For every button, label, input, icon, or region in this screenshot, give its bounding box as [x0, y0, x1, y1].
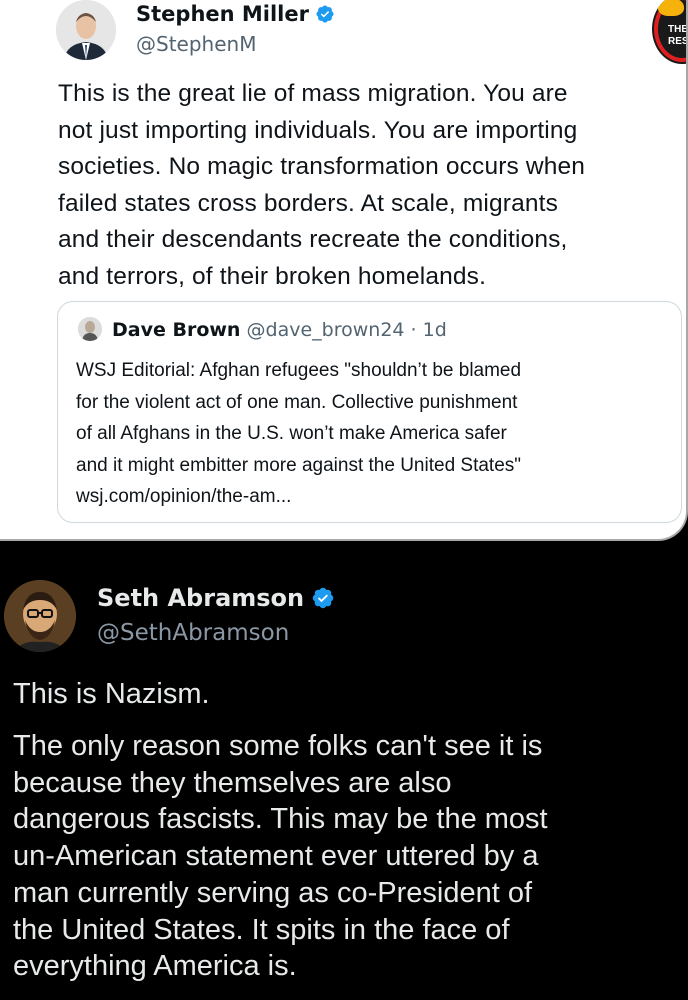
reply-text-paragraph-2: The only reason some folks can't see it …: [13, 728, 683, 985]
tweet-text: This is the great lie of mass migration.…: [58, 76, 683, 296]
reply-text-line: The only reason some folks can't see it …: [13, 730, 543, 762]
corner-badge-text-2: RES: [668, 36, 688, 47]
author-name[interactable]: Stephen Miller: [136, 2, 309, 26]
quoted-text-line: of all Afghans in the U.S. won’t make Am…: [76, 423, 507, 444]
reply-text-line: dangerous fascists. This may be the most: [13, 803, 548, 836]
quoted-author-meta[interactable]: @dave_brown24 · 1d: [247, 319, 447, 341]
verified-badge-icon: [311, 586, 335, 610]
reply-text-line: un-American statement ever uttered by a: [13, 840, 539, 873]
reply-text-line: the United States. It spits in the face …: [13, 913, 510, 946]
tweet-text-line: failed states cross borders. At scale, m…: [58, 189, 558, 217]
reply-text-line: This is Nazism.: [13, 678, 210, 710]
reply-text-line: man currently serving as co-President of: [13, 876, 532, 909]
tweet-text-line: not just importing individuals. You are …: [58, 116, 578, 144]
corner-logo-badge: THE RES: [652, 0, 688, 64]
quoted-text-line: for the violent act of one man. Collecti…: [76, 391, 518, 413]
tweet-text-line: societies. No magic transformation occur…: [58, 153, 586, 181]
reply-text-line: because they themselves are also: [13, 766, 452, 799]
author-handle[interactable]: @StephenM: [136, 32, 256, 56]
tweet-text-line: and terrors, of their broken homelands.: [58, 262, 487, 290]
reply-author-name[interactable]: Seth Abramson: [97, 584, 304, 612]
quoted-text-line: and it might embitter more against the U…: [76, 454, 522, 476]
corner-badge-text-1: THE: [668, 24, 688, 35]
reply-text-line: everything America is.: [13, 950, 297, 983]
reply-author-handle[interactable]: @SethAbramson: [97, 620, 289, 646]
verified-badge-icon: [315, 4, 335, 24]
quoted-link[interactable]: wsj.com/opinion/the-am...: [76, 481, 521, 513]
tweet-text-line: This is the great lie of mass migration.…: [58, 80, 568, 107]
avatar-stephen-miller[interactable]: [56, 0, 116, 60]
avatar-seth-abramson[interactable]: [4, 580, 76, 652]
tweet-text-line: and their descendants recreate the condi…: [58, 226, 568, 254]
quoted-tweet-text: WSJ Editorial: Afghan refugees "shouldn’…: [76, 355, 521, 513]
quoted-tweet-embed[interactable]: Dave Brown @dave_brown24 · 1d WSJ Editor…: [57, 301, 682, 523]
quoted-tweet-card[interactable]: Stephen Miller @StephenM THE RES This is…: [0, 0, 688, 541]
quoted-author-name[interactable]: Dave Brown: [112, 319, 240, 341]
reply-text-paragraph-1: This is Nazism.: [13, 676, 683, 713]
quoted-text-line: WSJ Editorial: Afghan refugees "shouldn’…: [76, 360, 522, 381]
avatar-dave-brown[interactable]: [78, 317, 102, 341]
